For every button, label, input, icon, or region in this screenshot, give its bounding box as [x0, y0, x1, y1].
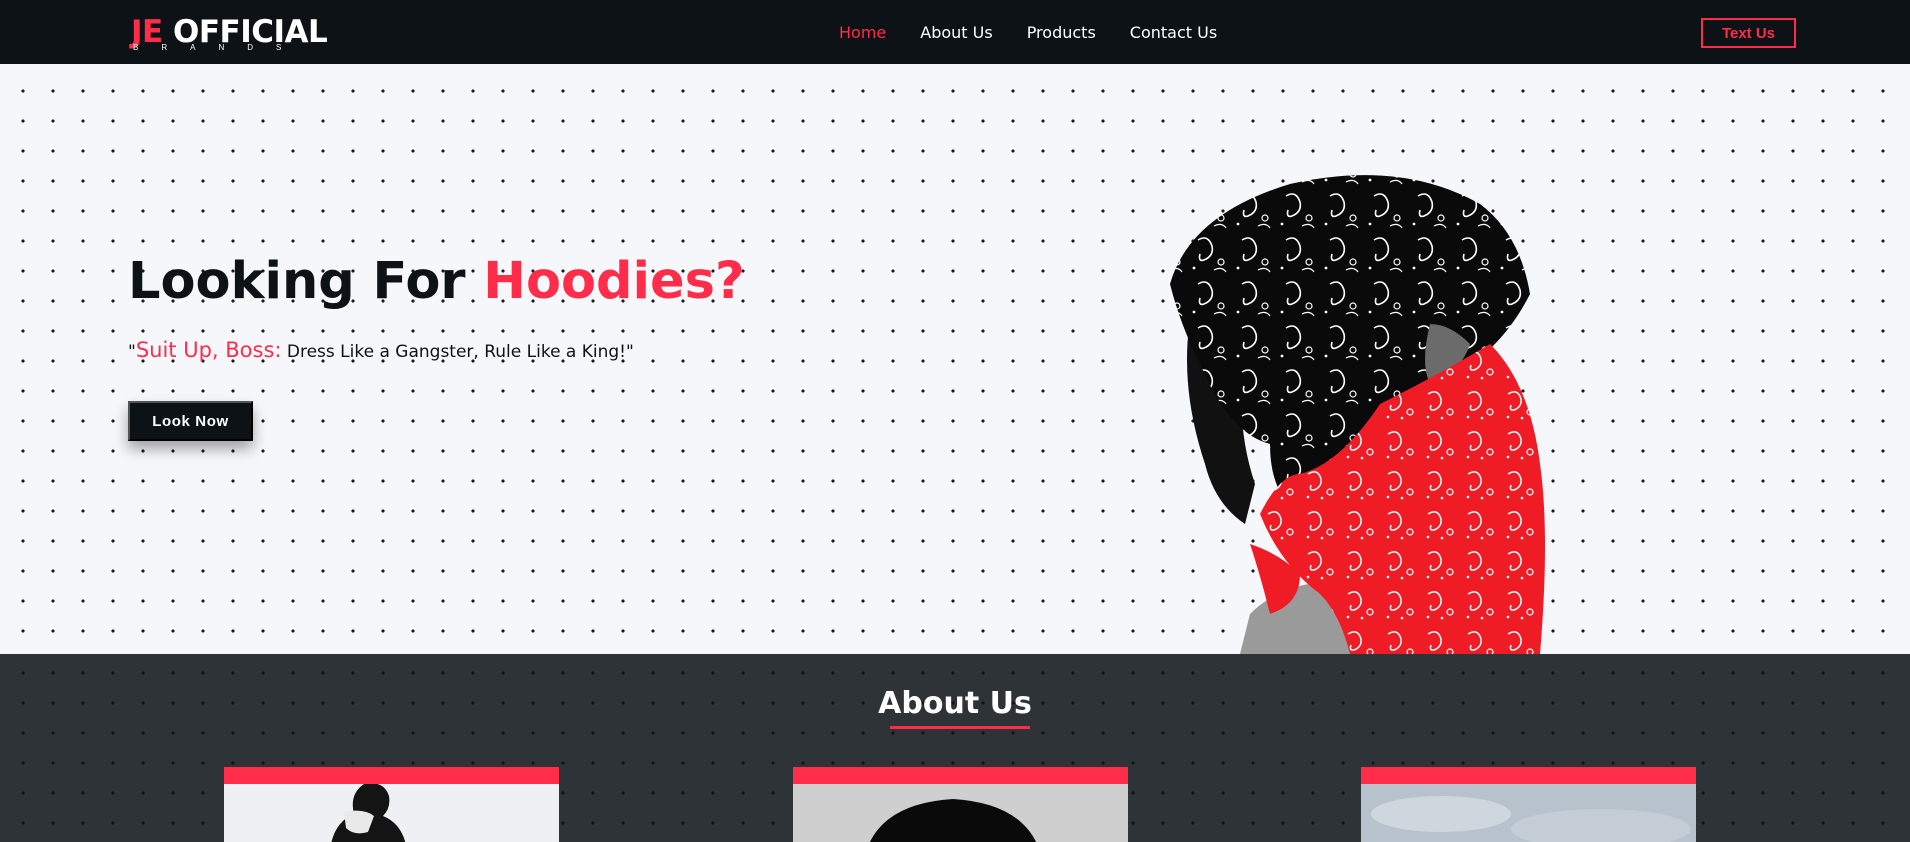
about-card-image [793, 784, 1128, 842]
look-now-button[interactable]: Look Now [128, 401, 253, 441]
hero-title-highlight: Hoodies? [483, 252, 745, 311]
quote-highlight: Suit Up, Boss: [135, 338, 282, 362]
about-section: About Us [0, 654, 1910, 842]
hero-title: Looking For Hoodies? [128, 250, 745, 314]
about-title-underline [890, 726, 1030, 729]
about-card[interactable] [1361, 767, 1696, 842]
about-title: About Us [878, 686, 1032, 721]
nav-products[interactable]: Products [1027, 22, 1096, 44]
nav-contact-us[interactable]: Contact Us [1130, 22, 1217, 44]
main-nav: Home About Us Products Contact Us [839, 22, 1251, 44]
about-card[interactable] [224, 767, 559, 842]
hero-model-image [1170, 175, 1545, 654]
text-us-button[interactable]: Text Us [1701, 18, 1796, 48]
about-card-image [1361, 784, 1696, 842]
nav-home[interactable]: Home [839, 22, 886, 44]
nav-about-us[interactable]: About Us [920, 22, 992, 44]
navbar: JE OFFICIAL BRANDS Home About Us Product… [0, 0, 1910, 64]
quote-rest: Dress Like a Gangster, Rule Like a King!… [281, 342, 634, 362]
about-card[interactable] [793, 767, 1128, 842]
hero-title-prefix: Looking For [128, 252, 466, 311]
quote-open-mark: " [128, 342, 136, 362]
hero-quote: "Suit Up, Boss: Dress Like a Gangster, R… [128, 336, 634, 366]
about-card-image [224, 784, 559, 842]
hero-section: Looking For Hoodies? "Suit Up, Boss: Dre… [0, 64, 1910, 654]
brand-logo[interactable]: JE OFFICIAL BRANDS [131, 14, 331, 54]
logo-tagline: BRANDS [133, 43, 305, 52]
